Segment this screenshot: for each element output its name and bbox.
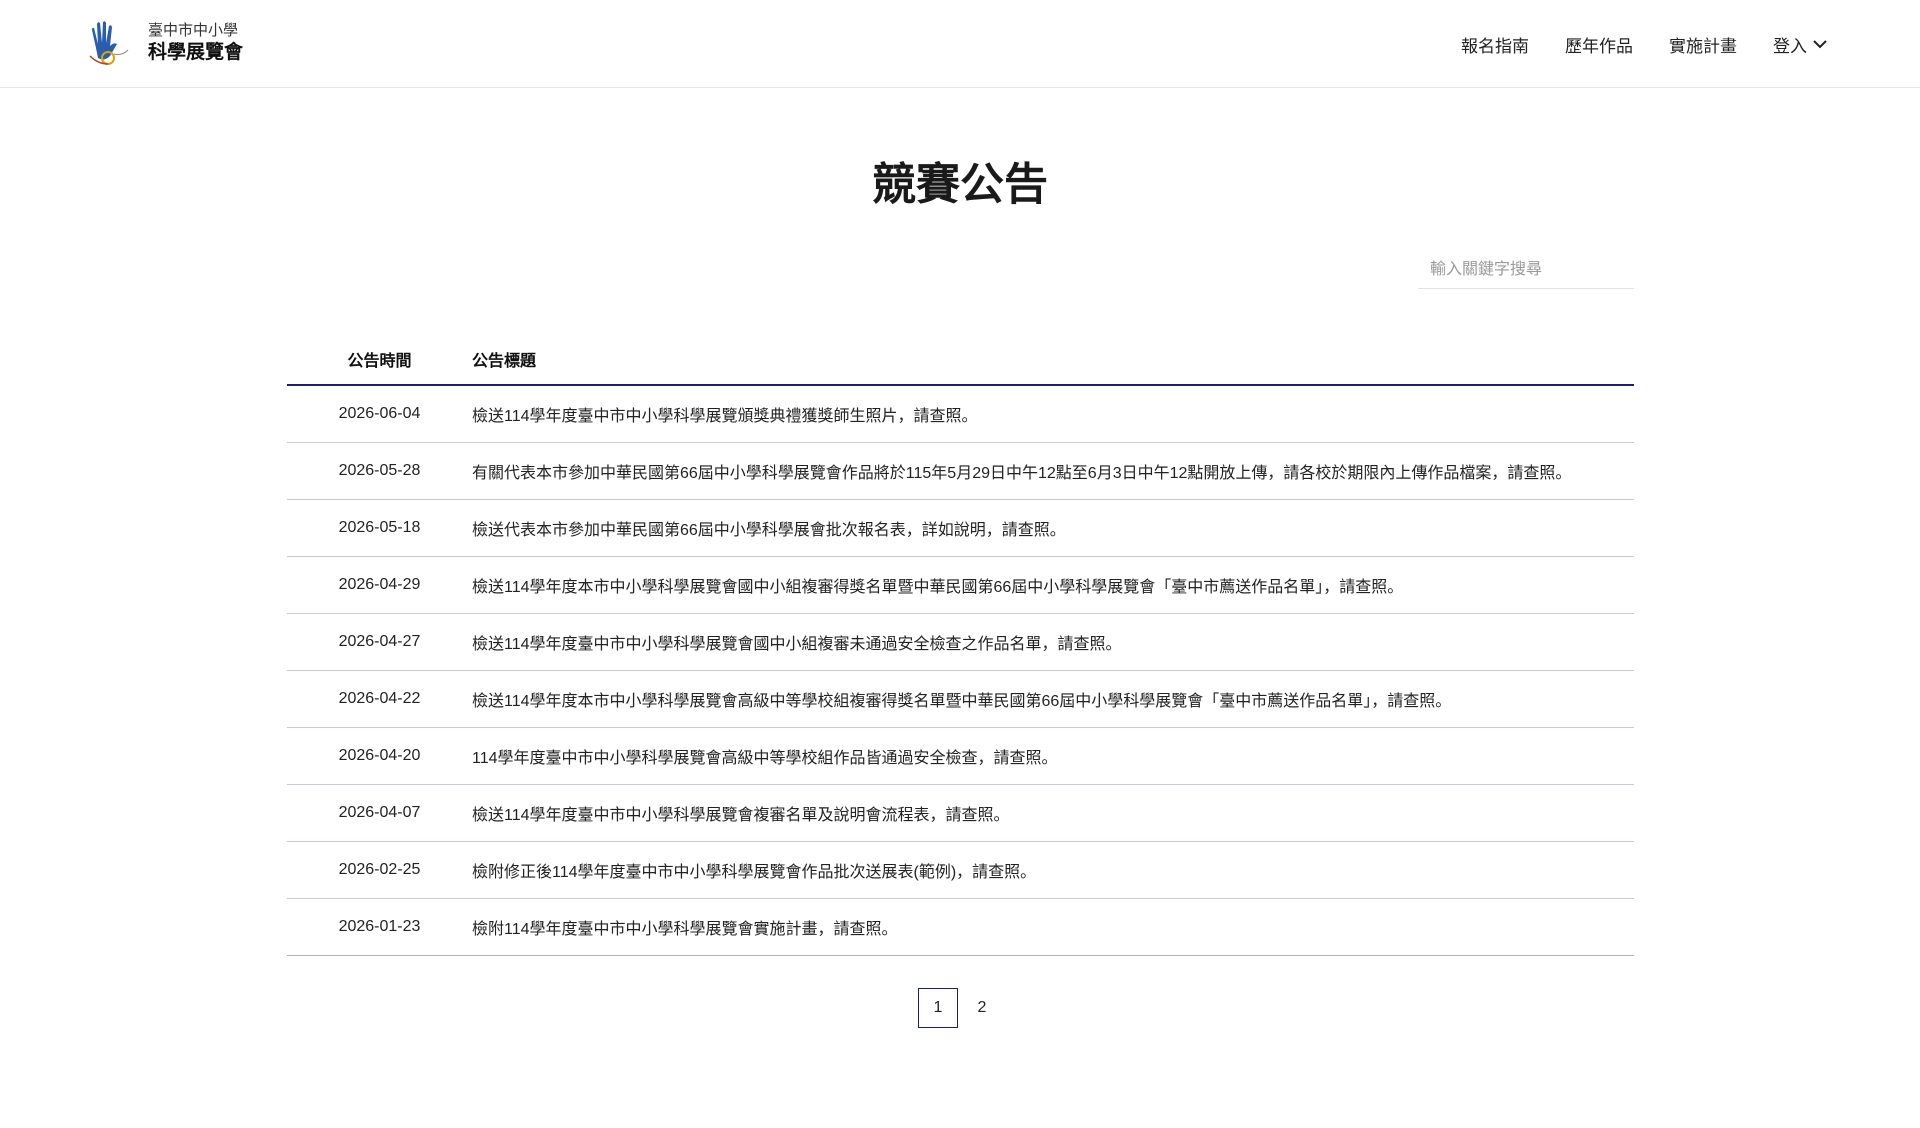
table-row[interactable]: 2026-06-04 檢送114學年度臺中市中小學科學展覽頒獎典禮獲獎師生照片，… bbox=[287, 386, 1634, 443]
row-title-link[interactable]: 檢送114學年度臺中市中小學科學展覽會複審名單及說明會流程表，請查照。 bbox=[472, 801, 1634, 825]
row-date: 2026-04-07 bbox=[338, 804, 421, 821]
table-row[interactable]: 2026-04-07 檢送114學年度臺中市中小學科學展覽會複審名單及說明會流程… bbox=[287, 785, 1634, 842]
pagination: 1 2 bbox=[918, 988, 1006, 1028]
table-row[interactable]: 2026-04-29 檢送114學年度本市中小學科學展覽會國中小組複審得獎名單暨… bbox=[287, 557, 1634, 614]
row-title-link[interactable]: 檢送114學年度臺中市中小學科學展覽頒獎典禮獲獎師生照片，請查照。 bbox=[472, 402, 1634, 426]
table-row[interactable]: 2026-01-23 檢附114學年度臺中市中小學科學展覽會實施計畫，請查照。 bbox=[287, 899, 1634, 956]
row-title-link[interactable]: 檢附114學年度臺中市中小學科學展覽會實施計畫，請查照。 bbox=[472, 915, 1634, 939]
nav-login-dropdown[interactable]: 登入 bbox=[1773, 32, 1828, 57]
page-button-2[interactable]: 2 bbox=[962, 988, 1002, 1028]
table-row[interactable]: 2026-02-25 檢附修正後114學年度臺中市中小學科學展覽會作品批次送展表… bbox=[287, 842, 1634, 899]
nav-login-label: 登入 bbox=[1773, 36, 1807, 56]
table-row[interactable]: 2026-04-20 114學年度臺中市中小學科學展覽會高級中等學校組作品皆通過… bbox=[287, 728, 1634, 785]
row-date: 2026-05-28 bbox=[338, 462, 421, 479]
row-date: 2026-04-29 bbox=[338, 576, 421, 593]
row-title-link[interactable]: 114學年度臺中市中小學科學展覽會高級中等學校組作品皆通過安全檢查，請查照。 bbox=[472, 744, 1634, 768]
row-title-link[interactable]: 有關代表本市參加中華民國第66屆中小學科學展覽會作品將於115年5月29日中午1… bbox=[472, 459, 1634, 483]
table-row[interactable]: 2026-04-27 檢送114學年度臺中市中小學科學展覽會國中小組複審未通過安… bbox=[287, 614, 1634, 671]
hand-logo-icon bbox=[89, 21, 129, 65]
nav-implementation-plan[interactable]: 實施計畫 bbox=[1669, 32, 1737, 57]
page-title: 競賽公告 bbox=[872, 160, 1048, 209]
chevron-down-icon bbox=[1813, 40, 1827, 49]
row-date: 2026-04-22 bbox=[338, 690, 421, 707]
row-title-link[interactable]: 檢送代表本市參加中華民國第66屆中小學科學展會批次報名表，詳如說明，請查照。 bbox=[472, 516, 1634, 540]
nav-registration-guide[interactable]: 報名指南 bbox=[1461, 32, 1529, 57]
table-row[interactable]: 2026-05-18 檢送代表本市參加中華民國第66屆中小學科學展會批次報名表，… bbox=[287, 500, 1634, 557]
row-date: 2026-05-18 bbox=[338, 519, 421, 536]
nav-past-works[interactable]: 歷年作品 bbox=[1565, 32, 1633, 57]
row-title-link[interactable]: 檢送114學年度本市中小學科學展覽會國中小組複審得獎名單暨中華民國第66屆中小學… bbox=[472, 573, 1634, 597]
row-title-link[interactable]: 檢送114學年度臺中市中小學科學展覽會國中小組複審未通過安全檢查之作品名單，請查… bbox=[472, 630, 1634, 654]
column-header-title: 公告標題 bbox=[472, 353, 537, 370]
row-date: 2026-01-23 bbox=[338, 918, 421, 935]
table-row[interactable]: 2026-05-28 有關代表本市參加中華民國第66屆中小學科學展覽會作品將於1… bbox=[287, 443, 1634, 500]
row-date: 2026-04-27 bbox=[338, 633, 421, 650]
page-button-1[interactable]: 1 bbox=[918, 988, 958, 1028]
logo-title: 科學展覽會 bbox=[148, 41, 244, 63]
table-row[interactable]: 2026-04-22 檢送114學年度本市中小學科學展覽會高級中等學校組複審得獎… bbox=[287, 671, 1634, 728]
main-nav: 報名指南 歷年作品 實施計畫 登入 bbox=[1461, 0, 1828, 88]
row-date: 2026-06-04 bbox=[338, 405, 421, 422]
site-header: 臺中市中小學 科學展覽會 報名指南 歷年作品 實施計畫 登入 bbox=[0, 0, 1920, 88]
site-logo[interactable]: 臺中市中小學 科學展覽會 bbox=[84, 18, 243, 68]
search-input[interactable] bbox=[1418, 252, 1634, 289]
row-title-link[interactable]: 檢送114學年度本市中小學科學展覽會高級中等學校組複審得獎名單暨中華民國第66屆… bbox=[472, 687, 1634, 711]
row-date: 2026-02-25 bbox=[338, 861, 421, 878]
logo-text: 臺中市中小學 科學展覽會 bbox=[148, 22, 243, 65]
column-header-date: 公告時間 bbox=[347, 353, 412, 370]
row-date: 2026-04-20 bbox=[338, 747, 421, 764]
announcement-table: 公告時間 公告標題 2026-06-04 檢送114學年度臺中市中小學科學展覽頒… bbox=[287, 334, 1634, 956]
table-header: 公告時間 公告標題 bbox=[287, 334, 1634, 386]
row-title-link[interactable]: 檢附修正後114學年度臺中市中小學科學展覽會作品批次送展表(範例)，請查照。 bbox=[472, 858, 1634, 882]
logo-subtitle: 臺中市中小學 bbox=[148, 21, 239, 39]
